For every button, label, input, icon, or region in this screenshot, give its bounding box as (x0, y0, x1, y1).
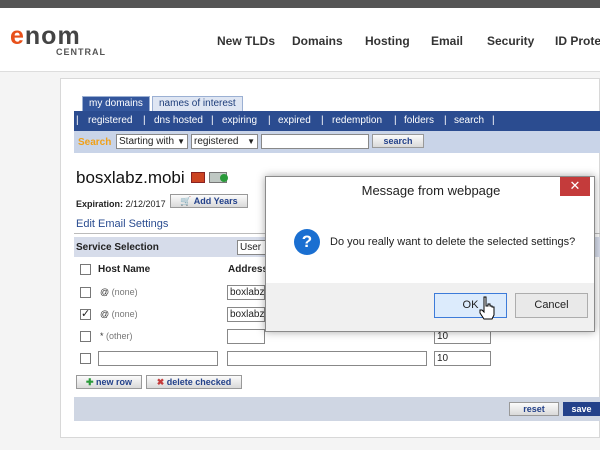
nav-new-tlds[interactable]: New TLDs (217, 34, 275, 48)
chevron-down-icon: ▼ (247, 137, 255, 146)
link-folders[interactable]: folders (404, 115, 434, 126)
nav-id-protect[interactable]: ID Protec (555, 34, 600, 48)
separator: | (143, 115, 146, 126)
add-service-icon[interactable] (209, 172, 228, 183)
separator: | (211, 115, 214, 126)
col-host-name: Host Name (98, 264, 151, 275)
link-registered[interactable]: registered (88, 115, 132, 126)
new-row-button[interactable]: ✚ new row (76, 375, 142, 389)
row-checkbox[interactable] (80, 287, 91, 298)
search-input[interactable] (261, 134, 369, 149)
link-redemption[interactable]: redemption (332, 115, 382, 126)
match-select[interactable]: Starting with ▼ (116, 134, 188, 149)
nav-domains[interactable]: Domains (292, 34, 343, 48)
tab-my-domains[interactable]: my domains (82, 96, 150, 111)
dialog-footer: OK Cancel (266, 283, 594, 331)
ok-button[interactable]: OK (434, 293, 507, 318)
delete-checked-button[interactable]: ✖ delete checked (146, 375, 242, 389)
status-select[interactable]: registered ▼ (191, 134, 258, 149)
link-dns-hosted[interactable]: dns hosted (154, 115, 203, 126)
address-input[interactable]: boxlabz- (227, 307, 265, 322)
domain-link-bar: | registered | dns hosted | expiring | e… (74, 111, 600, 131)
host-name: @ (none) (100, 309, 138, 319)
flag-icon[interactable] (191, 172, 205, 183)
reset-button[interactable]: reset (509, 402, 559, 416)
separator: | (492, 115, 495, 126)
question-icon: ? (294, 229, 320, 255)
plus-icon: ✚ (85, 377, 94, 387)
host-name: @ (none) (100, 287, 138, 297)
service-select[interactable]: User (237, 240, 267, 255)
row-checkbox[interactable] (80, 353, 91, 364)
address-input[interactable] (227, 329, 265, 344)
chevron-down-icon: ▼ (177, 137, 185, 146)
close-icon[interactable]: ✕ (560, 177, 590, 196)
expiration-text: Expiration: 2/12/2017 (76, 199, 166, 209)
col-address: Address (228, 264, 269, 275)
search-button[interactable]: search (372, 134, 424, 148)
separator: | (76, 115, 79, 126)
link-expiring[interactable]: expiring (222, 115, 257, 126)
window-top-strip (0, 0, 600, 8)
delete-icon: ✖ (156, 377, 165, 387)
nav-security[interactable]: Security (487, 34, 534, 48)
service-label: Service Selection (76, 242, 159, 253)
confirm-dialog: Message from webpage ✕ ? Do you really w… (265, 176, 595, 332)
form-footer: reset save (74, 397, 600, 421)
search-label: Search (78, 137, 112, 148)
row-checkbox-checked[interactable] (80, 307, 91, 320)
separator: | (444, 115, 447, 126)
link-search[interactable]: search (454, 115, 484, 126)
select-all-checkbox[interactable] (80, 264, 91, 275)
row-checkbox[interactable] (80, 331, 91, 342)
dialog-title: Message from webpage (361, 183, 501, 198)
cart-icon: 🛒 (180, 196, 192, 206)
main-nav: New TLDs Domains Hosting Email Security … (0, 34, 600, 50)
add-years-button[interactable]: 🛒 Add Years (170, 194, 248, 208)
nav-hosting[interactable]: Hosting (365, 34, 410, 48)
nav-email[interactable]: Email (431, 34, 463, 48)
host-name-input[interactable] (98, 351, 218, 366)
search-bar: Search Starting with ▼ registered ▼ search (74, 131, 600, 153)
site-header: enom CENTRAL New TLDs Domains Hosting Em… (0, 8, 600, 72)
host-name: * (other) (100, 331, 133, 341)
separator: | (268, 115, 271, 126)
domain-name: bosxlabz.mobi (76, 168, 185, 187)
link-expired[interactable]: expired (278, 115, 311, 126)
tab-names-of-interest[interactable]: names of interest (152, 96, 243, 111)
separator: | (321, 115, 324, 126)
address-input[interactable]: boxlabz- (227, 285, 265, 300)
cancel-button[interactable]: Cancel (515, 293, 588, 318)
preference-input[interactable]: 10 (434, 351, 491, 366)
address-input[interactable] (227, 351, 427, 366)
save-button[interactable]: save (563, 402, 600, 416)
section-title: Edit Email Settings (76, 218, 169, 230)
hand-cursor-icon (479, 296, 495, 320)
dialog-message: Do you really want to delete the selecte… (330, 236, 576, 248)
separator: | (394, 115, 397, 126)
